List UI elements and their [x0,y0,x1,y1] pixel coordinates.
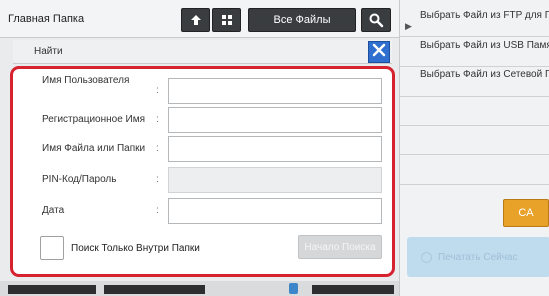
search-in-folder-checkbox[interactable] [40,236,64,260]
divider [400,184,549,185]
pin-password-field [168,167,382,193]
folder-title: Главная Папка [8,13,85,25]
bottom-segment [312,285,394,294]
divider [400,36,549,37]
field-colon: : [156,114,159,125]
search-button[interactable] [361,8,391,32]
arrow-right-icon: ▶​ [405,21,412,31]
side-item-network[interactable]: Выбрать Файл из Сетевой Папки для Печати [400,69,549,80]
divider [400,66,549,67]
field-colon: : [156,205,159,216]
search-icon [368,12,384,28]
field-label-date: Дата [42,205,65,216]
close-button[interactable] [368,41,390,63]
dialog-title: Найти [34,46,63,57]
divider [400,154,549,155]
bottom-segment [8,285,96,294]
field-label-registration-name: Регистрационное Имя [42,114,146,125]
search-in-folder-label: Поиск Только Внутри Папки [71,243,200,254]
grid-icon [220,13,234,27]
field-colon: : [156,85,159,96]
divider [400,96,549,97]
dialog-header: Найти [13,40,392,64]
side-item-ftp[interactable]: Выбрать Файл из FTP для Печати [400,10,549,21]
user-name-field[interactable] [168,78,382,104]
field-colon: : [156,143,159,154]
file-folder-name-field[interactable] [168,136,382,162]
start-search-button: Начало Поиска [298,235,382,259]
registration-name-field[interactable] [168,107,382,133]
date-field[interactable] [168,198,382,224]
all-files-button[interactable]: Все Файлы [248,8,356,32]
side-item-label: Выбрать Файл из USB Памяти для Печати [420,40,549,51]
bottom-bar [0,281,399,296]
status-indicator [289,283,298,294]
side-item-usb[interactable]: Выбрать Файл из USB Памяти для Печати [400,40,549,51]
action-panel: ▶​ Выбрать Файл из FTP для Печати Выбрат… [399,0,549,296]
print-now-button[interactable]: Печатать Сейчас [407,237,549,277]
close-icon [372,43,386,62]
bottom-segment [104,285,205,294]
side-item-label: Выбрать Файл из Сетевой Папки для Печати [420,69,549,80]
field-colon: : [156,174,159,185]
field-label-pin-password: PIN-Код/Пароль [42,174,117,185]
top-header: Главная Папка Все Файлы [0,0,399,38]
thumbnail-view-button[interactable] [212,8,241,32]
search-form: Имя Пользователя : Регистрационное Имя :… [10,66,395,277]
folder-up-button[interactable] [181,8,210,32]
folder-up-icon [189,13,203,27]
print-now-label: Печатать Сейчас [438,251,518,263]
field-label-file-folder-name: Имя Файла или Папки [42,143,146,154]
divider [400,125,549,126]
ca-button[interactable]: CA [503,199,549,227]
start-icon [421,251,432,263]
field-label-user-name: Имя Пользователя [42,75,130,86]
side-item-label: Выбрать Файл из FTP для Печати [420,10,549,21]
